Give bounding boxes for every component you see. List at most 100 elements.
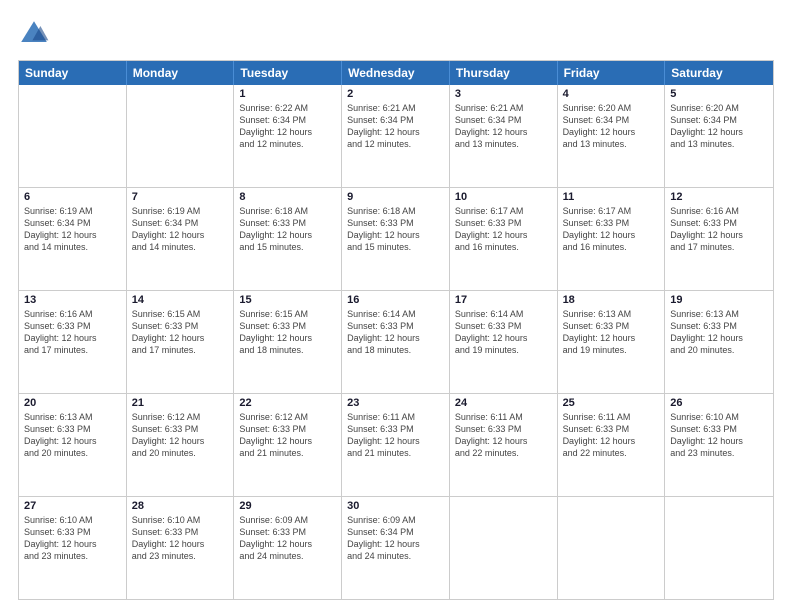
day-number: 22 bbox=[239, 397, 336, 409]
calendar-cell: 3 Sunrise: 6:21 AM Sunset: 6:34 PM Daylig… bbox=[450, 85, 558, 187]
calendar-cell: 12 Sunrise: 6:16 AM Sunset: 6:33 PM Dayli… bbox=[665, 188, 773, 290]
calendar-cell: 4 Sunrise: 6:20 AM Sunset: 6:34 PM Daylig… bbox=[558, 85, 666, 187]
calendar-cell: 1Sunrise: 6:22 AM Sunset: 6:34 PM Daylig… bbox=[234, 85, 342, 187]
header-day-monday: Monday bbox=[127, 61, 235, 85]
day-info: Sunrise: 6:10 AM Sunset: 6:33 PM Dayligh… bbox=[670, 411, 768, 460]
calendar-cell: 14 Sunrise: 6:15 AM Sunset: 6:33 PM Dayli… bbox=[127, 291, 235, 393]
day-info: Sunrise: 6:09 AM Sunset: 6:33 PM Dayligh… bbox=[239, 514, 336, 563]
calendar-cell bbox=[450, 497, 558, 599]
calendar-cell: 6 Sunrise: 6:19 AM Sunset: 6:34 PM Daylig… bbox=[19, 188, 127, 290]
day-number: 25 bbox=[563, 397, 660, 409]
header-day-sunday: Sunday bbox=[19, 61, 127, 85]
day-number: 4 bbox=[563, 88, 660, 100]
header-day-wednesday: Wednesday bbox=[342, 61, 450, 85]
calendar-cell bbox=[19, 85, 127, 187]
day-number: 5 bbox=[670, 88, 768, 100]
day-info: Sunrise: 6:10 AM Sunset: 6:33 PM Dayligh… bbox=[24, 514, 121, 563]
calendar-cell: 21 Sunrise: 6:12 AM Sunset: 6:33 PM Dayli… bbox=[127, 394, 235, 496]
day-number: 21 bbox=[132, 397, 229, 409]
header-day-thursday: Thursday bbox=[450, 61, 558, 85]
day-info: Sunrise: 6:21 AM Sunset: 6:34 PM Dayligh… bbox=[455, 102, 552, 151]
day-number: 2 bbox=[347, 88, 444, 100]
day-info: Sunrise: 6:14 AM Sunset: 6:33 PM Dayligh… bbox=[347, 308, 444, 357]
calendar-cell bbox=[127, 85, 235, 187]
header-day-tuesday: Tuesday bbox=[234, 61, 342, 85]
header-day-friday: Friday bbox=[558, 61, 666, 85]
day-number: 14 bbox=[132, 294, 229, 306]
calendar-cell: 28Sunrise: 6:10 AM Sunset: 6:33 PM Dayli… bbox=[127, 497, 235, 599]
day-info: Sunrise: 6:18 AM Sunset: 6:33 PM Dayligh… bbox=[347, 205, 444, 254]
day-info: Sunrise: 6:17 AM Sunset: 6:33 PM Dayligh… bbox=[563, 205, 660, 254]
calendar-cell: 24 Sunrise: 6:11 AM Sunset: 6:33 PM Dayli… bbox=[450, 394, 558, 496]
header bbox=[18, 18, 774, 50]
day-number: 24 bbox=[455, 397, 552, 409]
calendar-row-5: 27 Sunrise: 6:10 AM Sunset: 6:33 PM Dayli… bbox=[19, 496, 773, 599]
calendar-body: 1Sunrise: 6:22 AM Sunset: 6:34 PM Daylig… bbox=[19, 85, 773, 599]
day-info: Sunrise: 6:20 AM Sunset: 6:34 PM Dayligh… bbox=[563, 102, 660, 151]
calendar-header: SundayMondayTuesdayWednesdayThursdayFrid… bbox=[19, 61, 773, 85]
day-number: 26 bbox=[670, 397, 768, 409]
day-number: 23 bbox=[347, 397, 444, 409]
day-info: Sunrise: 6:18 AM Sunset: 6:33 PM Dayligh… bbox=[239, 205, 336, 254]
day-info: Sunrise: 6:12 AM Sunset: 6:33 PM Dayligh… bbox=[239, 411, 336, 460]
day-info: Sunrise: 6:17 AM Sunset: 6:33 PM Dayligh… bbox=[455, 205, 552, 254]
day-number: 15 bbox=[239, 294, 336, 306]
calendar-cell: 7 Sunrise: 6:19 AM Sunset: 6:34 PM Daylig… bbox=[127, 188, 235, 290]
calendar: SundayMondayTuesdayWednesdayThursdayFrid… bbox=[18, 60, 774, 600]
day-info: Sunrise: 6:14 AM Sunset: 6:33 PM Dayligh… bbox=[455, 308, 552, 357]
day-number: 1 bbox=[239, 88, 336, 100]
page: SundayMondayTuesdayWednesdayThursdayFrid… bbox=[0, 0, 792, 612]
calendar-cell: 19Sunrise: 6:13 AM Sunset: 6:33 PM Dayli… bbox=[665, 291, 773, 393]
day-number: 13 bbox=[24, 294, 121, 306]
calendar-cell: 30 Sunrise: 6:09 AM Sunset: 6:34 PM Dayli… bbox=[342, 497, 450, 599]
calendar-cell: 23Sunrise: 6:11 AM Sunset: 6:33 PM Dayli… bbox=[342, 394, 450, 496]
day-number: 7 bbox=[132, 191, 229, 203]
calendar-cell: 27 Sunrise: 6:10 AM Sunset: 6:33 PM Dayli… bbox=[19, 497, 127, 599]
calendar-cell: 29 Sunrise: 6:09 AM Sunset: 6:33 PM Dayli… bbox=[234, 497, 342, 599]
calendar-row-3: 13Sunrise: 6:16 AM Sunset: 6:33 PM Dayli… bbox=[19, 290, 773, 393]
calendar-row-2: 6 Sunrise: 6:19 AM Sunset: 6:34 PM Daylig… bbox=[19, 187, 773, 290]
day-number: 19 bbox=[670, 294, 768, 306]
header-day-saturday: Saturday bbox=[665, 61, 773, 85]
calendar-cell: 25 Sunrise: 6:11 AM Sunset: 6:33 PM Dayli… bbox=[558, 394, 666, 496]
calendar-cell: 22 Sunrise: 6:12 AM Sunset: 6:33 PM Dayli… bbox=[234, 394, 342, 496]
day-number: 3 bbox=[455, 88, 552, 100]
day-info: Sunrise: 6:12 AM Sunset: 6:33 PM Dayligh… bbox=[132, 411, 229, 460]
calendar-cell: 5 Sunrise: 6:20 AM Sunset: 6:34 PM Daylig… bbox=[665, 85, 773, 187]
calendar-cell: 20Sunrise: 6:13 AM Sunset: 6:33 PM Dayli… bbox=[19, 394, 127, 496]
calendar-cell bbox=[558, 497, 666, 599]
day-number: 17 bbox=[455, 294, 552, 306]
day-number: 12 bbox=[670, 191, 768, 203]
day-number: 30 bbox=[347, 500, 444, 512]
logo-icon bbox=[18, 18, 50, 50]
day-info: Sunrise: 6:20 AM Sunset: 6:34 PM Dayligh… bbox=[670, 102, 768, 151]
day-info: Sunrise: 6:09 AM Sunset: 6:34 PM Dayligh… bbox=[347, 514, 444, 563]
day-info: Sunrise: 6:11 AM Sunset: 6:33 PM Dayligh… bbox=[563, 411, 660, 460]
day-number: 20 bbox=[24, 397, 121, 409]
day-info: Sunrise: 6:10 AM Sunset: 6:33 PM Dayligh… bbox=[132, 514, 229, 563]
calendar-cell: 13Sunrise: 6:16 AM Sunset: 6:33 PM Dayli… bbox=[19, 291, 127, 393]
day-number: 11 bbox=[563, 191, 660, 203]
day-number: 8 bbox=[239, 191, 336, 203]
calendar-cell: 16Sunrise: 6:14 AM Sunset: 6:33 PM Dayli… bbox=[342, 291, 450, 393]
day-info: Sunrise: 6:15 AM Sunset: 6:33 PM Dayligh… bbox=[132, 308, 229, 357]
day-number: 29 bbox=[239, 500, 336, 512]
calendar-cell: 8 Sunrise: 6:18 AM Sunset: 6:33 PM Daylig… bbox=[234, 188, 342, 290]
calendar-cell: 2Sunrise: 6:21 AM Sunset: 6:34 PM Daylig… bbox=[342, 85, 450, 187]
calendar-cell: 18 Sunrise: 6:13 AM Sunset: 6:33 PM Dayli… bbox=[558, 291, 666, 393]
day-info: Sunrise: 6:16 AM Sunset: 6:33 PM Dayligh… bbox=[670, 205, 768, 254]
day-info: Sunrise: 6:19 AM Sunset: 6:34 PM Dayligh… bbox=[132, 205, 229, 254]
calendar-cell: 11 Sunrise: 6:17 AM Sunset: 6:33 PM Dayli… bbox=[558, 188, 666, 290]
day-number: 27 bbox=[24, 500, 121, 512]
day-number: 6 bbox=[24, 191, 121, 203]
calendar-row-4: 20Sunrise: 6:13 AM Sunset: 6:33 PM Dayli… bbox=[19, 393, 773, 496]
calendar-cell bbox=[665, 497, 773, 599]
day-info: Sunrise: 6:15 AM Sunset: 6:33 PM Dayligh… bbox=[239, 308, 336, 357]
day-info: Sunrise: 6:19 AM Sunset: 6:34 PM Dayligh… bbox=[24, 205, 121, 254]
day-info: Sunrise: 6:13 AM Sunset: 6:33 PM Dayligh… bbox=[563, 308, 660, 357]
day-number: 10 bbox=[455, 191, 552, 203]
day-info: Sunrise: 6:11 AM Sunset: 6:33 PM Dayligh… bbox=[455, 411, 552, 460]
calendar-cell: 15 Sunrise: 6:15 AM Sunset: 6:33 PM Dayli… bbox=[234, 291, 342, 393]
day-number: 18 bbox=[563, 294, 660, 306]
calendar-cell: 9Sunrise: 6:18 AM Sunset: 6:33 PM Daylig… bbox=[342, 188, 450, 290]
